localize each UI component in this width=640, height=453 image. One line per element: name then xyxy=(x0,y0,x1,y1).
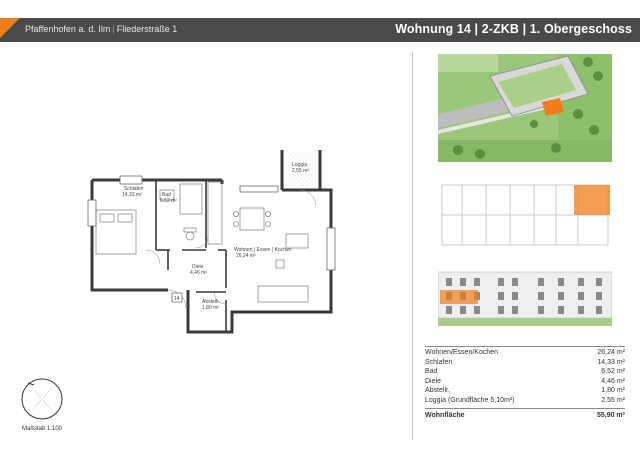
floor-overview-image xyxy=(438,179,612,259)
table-row: Loggia (Grundfläche 5,10m²) 2,55 m² xyxy=(425,396,625,406)
room-area-diele: 4,46 m² xyxy=(190,270,207,276)
total-value: 55,90 m² xyxy=(596,411,625,419)
row-value: 6,52 m² xyxy=(601,368,625,376)
site-plan-image xyxy=(438,54,612,162)
table-row: Schlafen 14,33 m² xyxy=(425,358,625,368)
area-table: Wohnen/Essen/Kochen 26,24 m² Schlafen 14… xyxy=(425,346,625,420)
room-area-schlafen: 14,33 m² xyxy=(122,192,142,198)
table-total-rule xyxy=(425,407,625,409)
row-value: 2,55 m² xyxy=(601,396,625,404)
room-area-bad: 6,52 m² xyxy=(160,198,177,204)
room-area-wohnen: 26,24 m² xyxy=(236,253,256,259)
unit-number: 14 xyxy=(174,296,180,302)
table-row: Wohnen/Essen/Kochen 26,24 m² xyxy=(425,348,625,358)
row-value: 26,24 m² xyxy=(597,349,625,356)
table-total-row: Wohnfläche 55,90 m² xyxy=(425,411,625,421)
room-area-loggia: 2,55 m² xyxy=(292,168,309,174)
row-value: 14,33 m² xyxy=(597,358,625,366)
bed xyxy=(95,209,137,255)
row-value: 4,46 m² xyxy=(601,377,625,385)
row-value: 1,80 m² xyxy=(601,387,625,395)
table-row: Diele 4,46 m² xyxy=(425,377,625,387)
row-label: Loggia (Grundfläche 5,10m²) xyxy=(425,396,515,404)
facade-image xyxy=(438,268,612,326)
room-area-abstellr: 1,80 m² xyxy=(202,305,219,311)
highlighted-facade-unit xyxy=(440,290,478,304)
sofa xyxy=(257,233,309,303)
table-top-rule xyxy=(425,346,625,347)
apartment-title: Wohnung 14 | 2-ZKB | 1. Obergeschoss xyxy=(395,22,632,36)
table-row: Bad 6,52 m² xyxy=(425,367,625,377)
scale-label: Maßstab 1:100 xyxy=(22,426,63,432)
row-label: Bad xyxy=(425,368,438,376)
highlighted-unit xyxy=(574,185,610,215)
table-row: Abstellr. 1,80 m² xyxy=(425,386,625,396)
row-label: Abstellr. xyxy=(425,387,450,395)
total-label: Wohnfläche xyxy=(425,411,465,419)
row-label: Wohnen/Essen/Kochen xyxy=(425,349,499,356)
row-label: Diele xyxy=(425,377,441,385)
compass-icon xyxy=(21,378,63,420)
vertical-divider xyxy=(412,52,413,440)
row-label: Schlafen xyxy=(425,358,453,366)
